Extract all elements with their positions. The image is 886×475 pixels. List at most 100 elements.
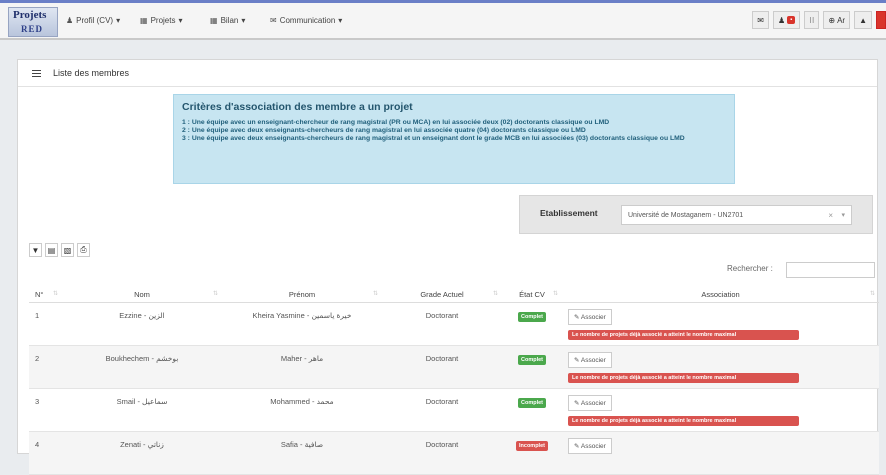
filter-icon: ▼ [31, 245, 40, 255]
cell-grade: Doctorant [382, 431, 502, 475]
grid-icon: ⁝⁝ [809, 15, 815, 25]
lock-button[interactable]: ▲ [854, 11, 872, 29]
table-icon: ▦ [210, 16, 218, 25]
cell-cv: Complet [502, 302, 562, 346]
cell-cv: Incomplet [502, 431, 562, 475]
print-icon: ⎙ [80, 245, 87, 254]
cell-cv: Complet [502, 345, 562, 389]
cell-association: ✎ Associer [562, 431, 879, 475]
chevron-down-icon: ▾ [116, 16, 121, 25]
table-row: 4 Zenati - زناتي Safia - صافية Doctorant… [29, 431, 879, 475]
mail-button[interactable]: ✉ [752, 11, 769, 29]
chevron-down-icon: ▾ [178, 16, 183, 25]
col-header-nom[interactable]: Nom ⇅ [62, 287, 222, 303]
criteria-line-3: 3 : Une équipe avec deux enseignants-che… [182, 135, 685, 142]
etablissement-label: Etablissement [540, 208, 598, 218]
cell-nom: Ezzine - الزين [62, 302, 222, 346]
sort-icon: ⇅ [212, 291, 218, 297]
nav-profil[interactable]: ♟ Profil (CV) ▾ [66, 16, 120, 25]
mail-icon: ✉ [757, 15, 764, 25]
cell-association: ✎ Associer Le nombre de projets déjà ass… [562, 388, 879, 432]
sort-icon: ⇅ [52, 291, 58, 297]
col-header-grade[interactable]: Grade Actuel ⇅ [382, 287, 502, 303]
sort-icon: ⇅ [552, 291, 558, 297]
limit-warning: Le nombre de projets déjà associé a atte… [568, 372, 799, 383]
cell-num: 2 [29, 345, 62, 389]
search-input[interactable] [786, 262, 875, 278]
language-label: Ar [837, 15, 846, 25]
criteria-line-2: 2 : Une équipe avec deux enseignants-che… [182, 127, 586, 134]
col-header-prenom[interactable]: Prénom ⇅ [222, 287, 382, 303]
search-label: Rechercher : [727, 264, 773, 273]
table-row: 2 Boukhechem - بوخشم Maher - ماهر Doctor… [29, 345, 879, 389]
chat-icon: ✉ [270, 16, 277, 25]
cell-num: 4 [29, 431, 62, 475]
table-row: 3 Smail - سماعيل Mohammed - محمد Doctora… [29, 388, 879, 432]
cell-num: 3 [29, 388, 62, 432]
clear-icon[interactable]: × [828, 211, 833, 220]
print-button[interactable]: ⎙ [77, 243, 90, 257]
cell-association: ✎ Associer Le nombre de projets déjà ass… [562, 345, 879, 389]
user-icon: ♟ [777, 15, 786, 25]
table-row: 1 Ezzine - الزين Kheira Yasmine - خيرة ي… [29, 302, 879, 346]
nav-communication-label: Communication [279, 16, 336, 25]
cell-grade: Doctorant [382, 302, 502, 346]
criteria-title: Critères d'association des membre a un p… [182, 101, 413, 113]
associer-button[interactable]: ✎ Associer [568, 351, 612, 368]
lock-icon: ▲ [859, 15, 867, 25]
user-icon: ♟ [66, 16, 74, 25]
associer-button[interactable]: ✎ Associer [568, 394, 612, 411]
etablissement-select[interactable]: Université de Mostaganem - UN2701 × ▾ [621, 205, 852, 225]
chevron-down-icon: ▾ [338, 16, 343, 25]
nav-projets[interactable]: ▦ Projets ▾ [140, 16, 182, 25]
col-header-etat-cv[interactable]: État CV ⇅ [502, 287, 562, 303]
limit-warning: Le nombre de projets déjà associé a atte… [568, 329, 799, 340]
nav-bilan-label: Bilan [220, 16, 239, 25]
cell-prenom: Maher - ماهر [222, 345, 382, 389]
app-logo[interactable]: Projets RED [8, 7, 58, 37]
notifications-button[interactable]: ♟ ▪ [772, 11, 801, 29]
menu-icon[interactable] [32, 69, 41, 77]
members-panel: Liste des membres Critères d'association… [17, 59, 879, 475]
export-excel-button[interactable]: ▧ [61, 243, 74, 257]
cell-association: ✎ Associer Le nombre de projets déjà ass… [562, 302, 879, 346]
cell-prenom: Kheira Yasmine - خيرة ياسمين [222, 302, 382, 346]
cell-prenom: Safia - صافية [222, 431, 382, 475]
etablissement-filter: Etablissement Université de Mostaganem -… [519, 195, 873, 234]
col-header-num[interactable]: N° ⇅ [29, 287, 62, 303]
cell-prenom: Mohammed - محمد [222, 388, 382, 432]
cell-nom: Zenati - زناتي [62, 431, 222, 475]
nav-bilan[interactable]: ▦ Bilan ▾ [210, 16, 245, 25]
sort-icon: ⇅ [492, 291, 498, 297]
logout-button[interactable] [876, 11, 886, 29]
etablissement-value: Université de Mostaganem - UN2701 [628, 212, 744, 219]
export-pdf-button[interactable]: ▤ [45, 243, 58, 257]
filter-button[interactable]: ▼ [29, 243, 42, 257]
chevron-down-icon: ▾ [241, 16, 246, 25]
nav-communication[interactable]: ✉ Communication ▾ [270, 16, 342, 25]
associer-button[interactable]: ✎ Associer [568, 308, 612, 325]
language-button[interactable]: ⊕ Ar [823, 11, 851, 29]
sort-icon: ⇅ [372, 291, 378, 297]
top-navbar: Projets RED ♟ Profil (CV) ▾ ▦ Projets ▾ … [0, 0, 886, 40]
nav-projets-label: Projets [150, 16, 176, 25]
file-icon: ▧ [63, 245, 72, 255]
cell-grade: Doctorant [382, 388, 502, 432]
associer-button[interactable]: ✎ Associer [568, 437, 612, 454]
cell-num: 1 [29, 302, 62, 346]
file-icon: ▤ [47, 245, 56, 255]
sort-icon: ⇅ [869, 291, 875, 297]
grid-button[interactable]: ⁝⁝ [804, 11, 820, 29]
criteria-alert: Critères d'association des membre a un p… [173, 94, 735, 184]
cell-nom: Smail - سماعيل [62, 388, 222, 432]
chevron-down-icon[interactable]: ▾ [841, 211, 845, 219]
status-badge: Complet [518, 397, 546, 408]
top-right-actions: ✉ ♟ ▪ ⁝⁝ ⊕ Ar ▲ [752, 11, 886, 29]
nav-profil-label: Profil (CV) [76, 16, 114, 25]
limit-warning: Le nombre de projets déjà associé a atte… [568, 415, 799, 426]
panel-header: Liste des membres [18, 60, 877, 87]
col-header-association[interactable]: Association ⇅ [562, 287, 879, 303]
logo-line2: RED [21, 24, 44, 34]
table-icon: ▦ [140, 16, 148, 25]
status-badge: Incomplet [516, 440, 548, 451]
